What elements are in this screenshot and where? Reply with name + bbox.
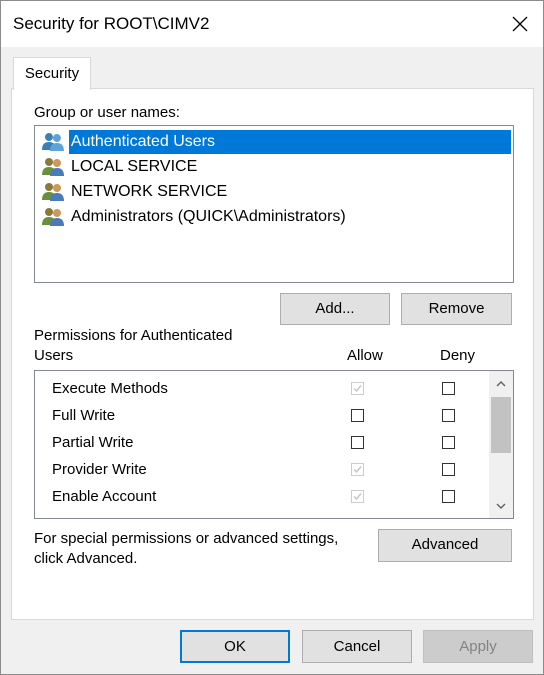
- scroll-down-button[interactable]: [489, 494, 513, 518]
- checkmark-icon: [353, 493, 362, 501]
- close-button[interactable]: [497, 1, 543, 47]
- list-item-local-service[interactable]: LOCAL SERVICE: [41, 155, 511, 179]
- chevron-up-icon: [496, 380, 506, 386]
- advanced-hint-line1: For special permissions or advanced sett…: [34, 530, 339, 547]
- close-icon: [512, 16, 528, 32]
- list-item-network-service[interactable]: NETWORK SERVICE: [41, 180, 511, 204]
- users-group-icon: [42, 183, 64, 201]
- group-user-list[interactable]: Authenticated Users LOCAL SERVICE NETWOR…: [34, 125, 514, 283]
- permissions-list: Execute Methods Full Write Partial Write…: [34, 370, 514, 519]
- permission-row-full-write: Full Write: [35, 403, 489, 430]
- permissions-label-line2: Users: [34, 347, 74, 364]
- apply-button: Apply: [423, 630, 533, 663]
- users-group-icon: [42, 158, 64, 176]
- list-item-label: Administrators (QUICK\Administrators): [71, 208, 346, 225]
- permission-name: Provider Write: [52, 461, 147, 478]
- permission-name: Enable Account: [52, 488, 157, 505]
- window-title: Security for ROOT\CIMV2: [13, 14, 210, 33]
- scroll-up-button[interactable]: [489, 371, 513, 395]
- scroll-thumb[interactable]: [491, 397, 511, 453]
- permission-row-execute-methods: Execute Methods: [35, 376, 489, 403]
- remove-button[interactable]: Remove: [401, 293, 512, 325]
- deny-checkbox[interactable]: [442, 490, 455, 503]
- allow-column-header: Allow: [347, 347, 383, 364]
- allow-checkbox: [351, 490, 364, 503]
- list-item-authenticated-users[interactable]: Authenticated Users: [41, 130, 511, 154]
- list-item-label: LOCAL SERVICE: [71, 158, 198, 175]
- deny-checkbox[interactable]: [442, 382, 455, 395]
- advanced-button[interactable]: Advanced: [378, 529, 512, 562]
- cancel-button[interactable]: Cancel: [302, 630, 412, 663]
- permission-row-provider-write: Provider Write: [35, 457, 489, 484]
- permission-row-enable-account: Enable Account: [35, 484, 489, 511]
- list-item-label: Authenticated Users: [68, 130, 511, 154]
- add-button[interactable]: Add...: [280, 293, 390, 325]
- list-item-administrators[interactable]: Administrators (QUICK\Administrators): [41, 205, 511, 229]
- allow-checkbox[interactable]: [351, 436, 364, 449]
- security-panel: Group or user names: Authenticated Users…: [11, 88, 534, 620]
- permissions-label-line1: Permissions for Authenticated: [34, 327, 233, 344]
- permission-row-partial-write: Partial Write: [35, 430, 489, 457]
- chevron-down-icon: [496, 503, 506, 509]
- checkmark-icon: [353, 466, 362, 474]
- deny-checkbox[interactable]: [442, 463, 455, 476]
- list-item-label: NETWORK SERVICE: [71, 183, 228, 200]
- users-group-icon: [42, 208, 64, 226]
- permission-name: Partial Write: [52, 434, 134, 451]
- permissions-scrollbar[interactable]: [489, 371, 513, 518]
- permission-name: Execute Methods: [52, 380, 168, 397]
- allow-checkbox: [351, 463, 364, 476]
- deny-checkbox[interactable]: [442, 436, 455, 449]
- allow-checkbox: [351, 382, 364, 395]
- deny-column-header: Deny: [440, 347, 476, 364]
- tab-security[interactable]: Security: [13, 57, 91, 90]
- advanced-hint-line2: click Advanced.: [34, 550, 138, 567]
- group-names-label: Group or user names:: [34, 104, 180, 121]
- allow-checkbox[interactable]: [351, 409, 364, 422]
- checkmark-icon: [353, 385, 362, 393]
- users-group-icon: [41, 133, 64, 151]
- security-dialog: Security for ROOT\CIMV2 Security Group o…: [0, 0, 544, 675]
- permission-name: Full Write: [52, 407, 116, 424]
- title-bar: Security for ROOT\CIMV2: [1, 1, 543, 47]
- ok-button[interactable]: OK: [180, 630, 290, 663]
- deny-checkbox[interactable]: [442, 409, 455, 422]
